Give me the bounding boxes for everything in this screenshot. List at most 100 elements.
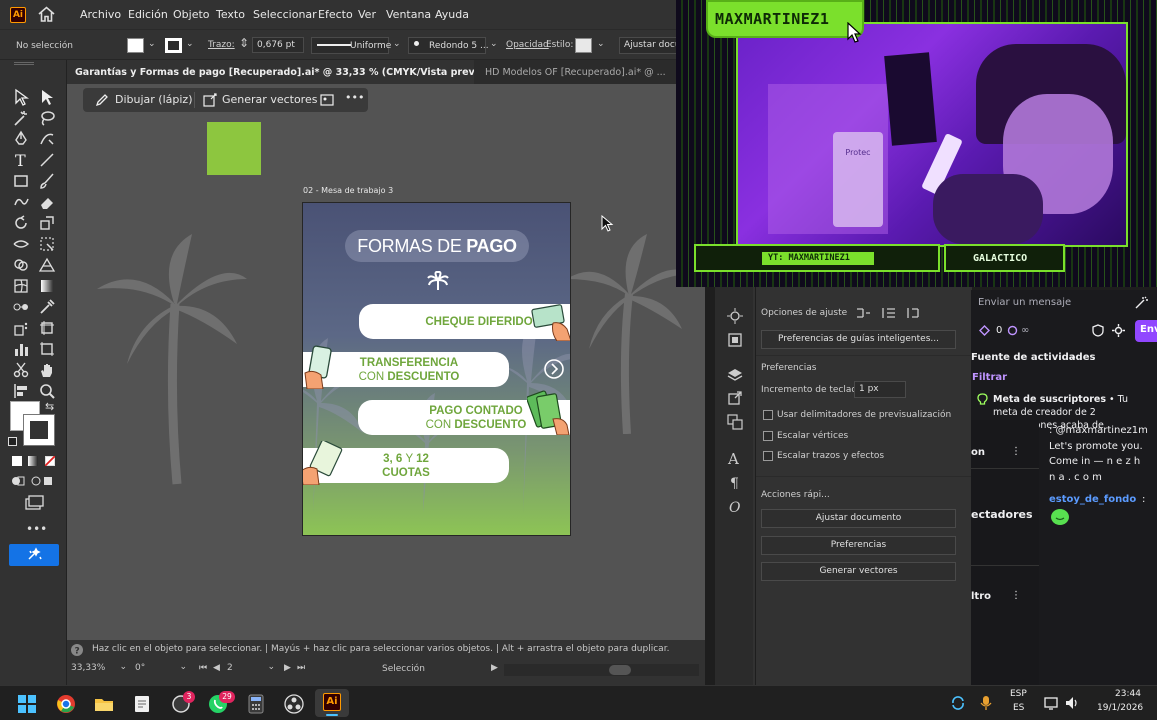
menu-ventana[interactable]: Ventana xyxy=(386,8,431,21)
type-tool-icon[interactable]: T xyxy=(12,151,30,169)
paintbrush-icon[interactable] xyxy=(38,172,56,190)
chevron-down-icon[interactable]: ⌄ xyxy=(186,39,194,49)
style-swatch[interactable] xyxy=(575,38,592,53)
zoom-select[interactable]: 33,33% ⌄ xyxy=(71,662,127,678)
obs-icon[interactable] xyxy=(284,694,304,714)
settings-gear-icon[interactable] xyxy=(1112,324,1125,337)
libraries-icon[interactable] xyxy=(727,332,743,348)
file-explorer-icon[interactable] xyxy=(94,694,114,714)
stroke-weight-input[interactable]: 0,676 pt xyxy=(252,37,304,53)
image-icon[interactable] xyxy=(320,93,334,107)
snap-to-pixel-icon[interactable] xyxy=(881,306,897,320)
none-mode-icon[interactable] xyxy=(45,456,55,466)
gradient-mode-icon[interactable] xyxy=(28,456,38,466)
align-icon[interactable] xyxy=(12,382,30,400)
send-message-input[interactable]: Enviar un mensaje xyxy=(978,297,1071,308)
sync-icon[interactable] xyxy=(950,695,966,711)
emote-wand-icon[interactable] xyxy=(1134,296,1148,310)
eyedropper-icon[interactable] xyxy=(38,298,56,316)
line-tool-icon[interactable] xyxy=(38,151,56,169)
chat-username[interactable]: estoy_de_fondo xyxy=(1049,494,1136,505)
hand-tool-icon[interactable] xyxy=(38,361,56,379)
network-icon[interactable] xyxy=(1043,695,1059,711)
keyboard-layout[interactable]: ES xyxy=(1013,703,1024,713)
draw-normal-icon[interactable] xyxy=(11,475,25,487)
opacity-label[interactable]: Opacidad xyxy=(506,40,549,50)
chevron-down-icon[interactable]: ⌄ xyxy=(490,39,498,49)
stepper-icon[interactable]: ⇕ xyxy=(239,36,249,50)
tab-hd-modelos[interactable]: HD Modelos OF [Recuperado].ai* @ ... xyxy=(477,60,680,84)
chat-send-button[interactable]: Envi xyxy=(1135,320,1157,342)
clock-date[interactable]: 19/1/2026 xyxy=(1097,703,1143,713)
artboard[interactable]: FORMAS DE PAGO CHEQUE DIFERIDO TRANSFERE… xyxy=(302,202,571,536)
snap-to-point-icon[interactable] xyxy=(855,306,871,320)
width-tool-icon[interactable] xyxy=(12,235,30,253)
perspective-grid-icon[interactable] xyxy=(38,256,56,274)
kebab-icon[interactable]: ⋮ xyxy=(1011,446,1021,457)
screen-mode-icon[interactable] xyxy=(24,495,44,511)
chevron-down-icon[interactable]: ⌄ xyxy=(597,39,605,49)
scroll-thumb[interactable] xyxy=(609,665,631,675)
more-options-button[interactable]: ••• xyxy=(345,91,364,104)
keyboard-increment-input[interactable]: 1 px xyxy=(854,381,906,398)
swap-colors-icon[interactable]: ⇆ xyxy=(45,400,54,413)
menu-texto[interactable]: Texto xyxy=(216,8,245,21)
menu-edicion[interactable]: Edición xyxy=(128,8,168,21)
stroke-label[interactable]: Trazo: xyxy=(208,40,235,50)
checkbox-scale-corners[interactable] xyxy=(763,431,773,441)
filter-link[interactable]: Filtrar xyxy=(972,372,1007,383)
taskbar-active-app[interactable]: Ai xyxy=(315,689,349,717)
chevron-down-icon[interactable]: ⌄ xyxy=(148,39,156,49)
horizontal-scrollbar[interactable] xyxy=(504,664,699,676)
rectangle-tool-icon[interactable] xyxy=(12,172,30,190)
adjust-document-panel-button[interactable]: Ajustar documento xyxy=(761,509,956,528)
artboard-tool-icon[interactable] xyxy=(38,340,56,358)
brush-select[interactable]: Redondo 5 ... xyxy=(408,37,489,54)
gradient-tool-icon[interactable] xyxy=(38,277,56,295)
draw-behind-icon[interactable] xyxy=(30,475,54,487)
calculator-icon[interactable] xyxy=(246,694,266,714)
checkbox-scale-strokes[interactable] xyxy=(763,451,773,461)
blend-tool-icon[interactable] xyxy=(12,298,30,316)
home-icon[interactable] xyxy=(38,6,55,22)
status-play-icon[interactable]: ▶ xyxy=(491,663,498,673)
language-indicator[interactable]: ESP xyxy=(1010,689,1027,699)
menu-archivo[interactable]: Archivo xyxy=(80,8,121,21)
generate-vectors-panel-button[interactable]: Generar vectores xyxy=(761,562,956,581)
artboards-icon[interactable] xyxy=(727,414,743,430)
checkbox-preview-bounds[interactable] xyxy=(763,410,773,420)
kebab-icon[interactable]: ⋮ xyxy=(1011,590,1021,601)
opentype-icon[interactable]: O xyxy=(727,498,743,514)
chrome-icon[interactable] xyxy=(56,694,76,714)
stroke-profile-select[interactable]: Uniforme xyxy=(311,37,391,54)
character-icon[interactable]: A xyxy=(727,450,743,466)
menu-efecto[interactable]: Efecto xyxy=(318,8,353,21)
tab-garantias[interactable]: Garantías y Formas de pago [Recuperado].… xyxy=(67,60,474,84)
rotation-select[interactable]: 0° ⌄ xyxy=(135,662,187,678)
fill-swatch[interactable] xyxy=(127,38,144,53)
pen-tool-icon[interactable] xyxy=(12,130,30,148)
microphone-icon[interactable] xyxy=(979,695,993,711)
generate-vectors-button[interactable]: Generar vectores xyxy=(222,93,317,106)
first-artboard-button[interactable]: ⏮ xyxy=(199,663,207,673)
stroke-color-swatch[interactable] xyxy=(23,414,55,446)
eraser-icon[interactable] xyxy=(38,193,56,211)
channel-points-icon[interactable] xyxy=(979,325,990,336)
generate-vectors-icon[interactable] xyxy=(203,93,217,107)
paragraph-icon[interactable]: ¶ xyxy=(727,474,743,490)
curvature-tool-icon[interactable] xyxy=(38,130,56,148)
green-swatch-object[interactable] xyxy=(207,122,261,175)
generative-ai-button[interactable] xyxy=(9,544,59,566)
chevron-down-icon[interactable]: ⌄ xyxy=(1069,351,1077,362)
free-transform-icon[interactable] xyxy=(38,235,56,253)
menu-objeto[interactable]: Objeto xyxy=(173,8,210,21)
panel-grip[interactable] xyxy=(14,62,34,65)
next-artboard-button[interactable]: ▶ xyxy=(284,663,291,673)
volume-icon[interactable] xyxy=(1064,695,1080,711)
smart-guides-prefs-button[interactable]: Preferencias de guías inteligentes... xyxy=(761,330,956,349)
more-tools-button[interactable]: ••• xyxy=(26,522,47,536)
graph-tool-icon[interactable] xyxy=(12,340,30,358)
menu-ayuda[interactable]: Ayuda xyxy=(435,8,469,21)
chevron-down-icon[interactable]: ⌄ xyxy=(393,39,401,49)
notepad-icon[interactable] xyxy=(132,694,152,714)
